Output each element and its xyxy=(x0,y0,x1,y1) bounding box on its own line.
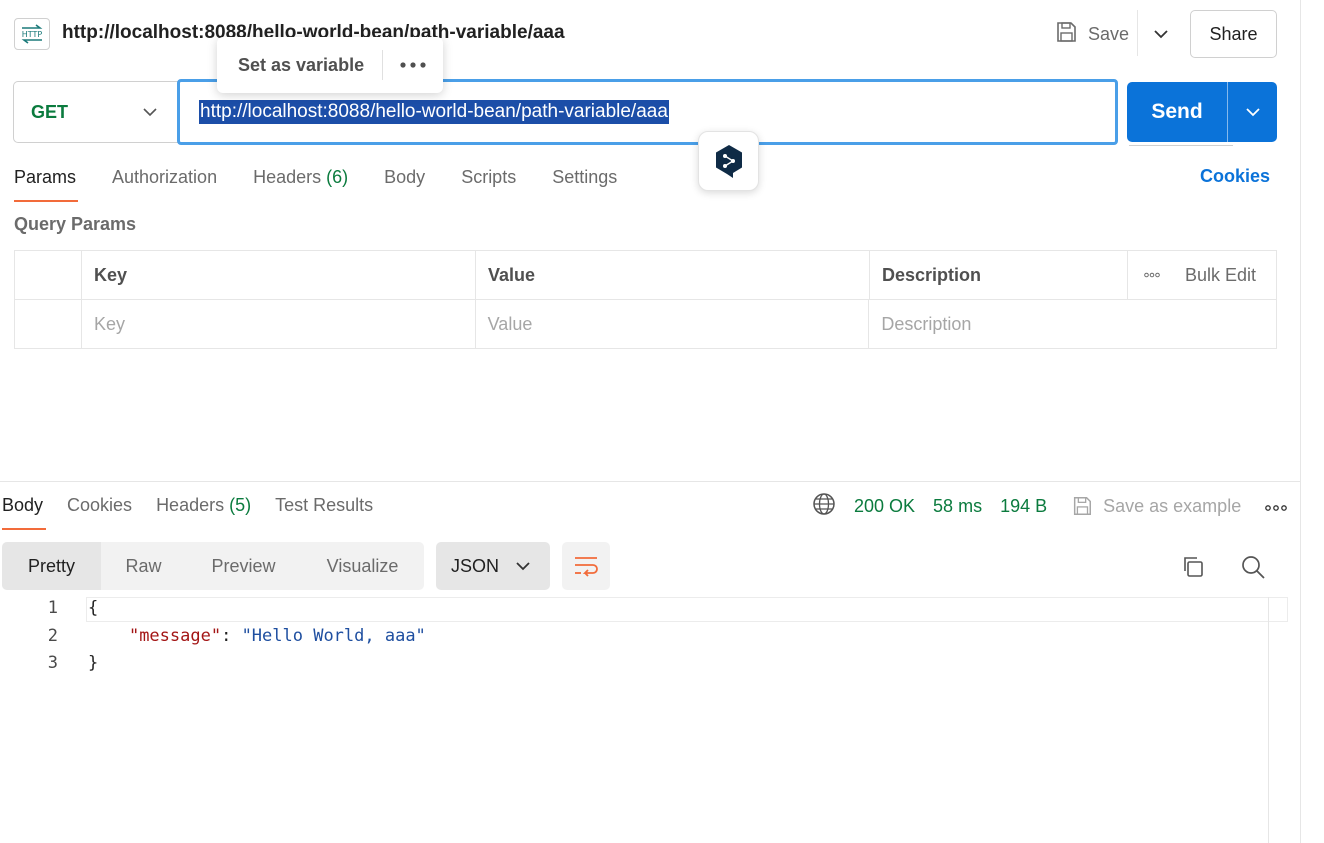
line-number: 2 xyxy=(47,626,58,646)
json-key: "message" xyxy=(128,626,222,646)
copy-button[interactable] xyxy=(1178,552,1208,582)
send-label: Send xyxy=(1151,100,1203,123)
more-horizontal-icon xyxy=(1265,504,1288,511)
tab-headers[interactable]: Headers (6) xyxy=(253,162,348,202)
view-preview[interactable]: Preview xyxy=(186,542,301,590)
copy-icon xyxy=(1184,557,1203,577)
send-options-button[interactable] xyxy=(1228,107,1277,117)
value-input[interactable]: Value xyxy=(476,300,870,349)
more-options-button[interactable] xyxy=(383,61,443,69)
divider xyxy=(1129,145,1233,146)
tab-test-results[interactable]: Test Results xyxy=(275,490,373,530)
tab-response-cookies[interactable]: Cookies xyxy=(67,490,132,530)
save-icon xyxy=(1054,20,1078,49)
description-input[interactable]: Description xyxy=(869,300,1276,349)
chevron-down-icon xyxy=(1154,30,1168,39)
query-params-table: Key Value Description Bulk Edit Key Valu… xyxy=(14,250,1277,349)
word-wrap-icon xyxy=(575,557,598,577)
method-select[interactable]: GET xyxy=(13,81,179,143)
tab-response-headers[interactable]: Headers (5) xyxy=(156,490,251,530)
code-line: } xyxy=(88,653,99,673)
response-size[interactable]: 194 B xyxy=(1000,496,1047,517)
search-icon xyxy=(1242,556,1265,579)
table-row: Key Value Description xyxy=(15,300,1276,349)
status-code[interactable]: 200 OK xyxy=(854,496,915,517)
more-horizontal-icon xyxy=(1144,272,1160,278)
chevron-down-icon xyxy=(1245,108,1260,117)
chevron-down-icon xyxy=(143,108,157,117)
url-selected-text: http://localhost:8088/hello-world-bean/p… xyxy=(199,100,669,124)
editor-scrollbar[interactable] xyxy=(1268,597,1269,843)
response-time[interactable]: 58 ms xyxy=(933,496,982,517)
column-header-key: Key xyxy=(82,251,476,299)
svg-text:HTTP: HTTP xyxy=(22,30,43,39)
checkbox-column xyxy=(15,251,82,299)
column-header-description: Description xyxy=(870,251,1128,299)
request-tabs: Params Authorization Headers (6) Body Sc… xyxy=(14,162,653,202)
chevron-down-icon xyxy=(516,562,530,571)
more-options-button[interactable] xyxy=(1265,496,1288,517)
query-params-heading: Query Params xyxy=(14,214,137,234)
bulk-edit-button[interactable]: Bulk Edit xyxy=(1128,251,1276,299)
method-label: GET xyxy=(31,101,69,122)
share-button[interactable]: Share xyxy=(1190,10,1277,58)
window-edge xyxy=(1300,0,1301,843)
view-pretty[interactable]: Pretty xyxy=(2,542,101,590)
format-label: JSON xyxy=(451,555,500,576)
table-header-row: Key Value Description Bulk Edit xyxy=(15,251,1276,300)
response-tabs: Body Cookies Headers (5) Test Results xyxy=(2,490,397,530)
column-header-value: Value xyxy=(476,251,870,299)
tab-authorization[interactable]: Authorization xyxy=(112,162,217,202)
deepl-logo-icon xyxy=(715,145,742,178)
view-mode-switcher: Pretty Raw Preview Visualize xyxy=(2,542,424,590)
format-select[interactable]: JSON xyxy=(436,542,550,590)
search-button[interactable] xyxy=(1238,552,1268,582)
tab-settings[interactable]: Settings xyxy=(552,162,617,202)
divider xyxy=(1137,10,1138,56)
cookies-link[interactable]: Cookies xyxy=(1200,166,1270,187)
save-label: Save xyxy=(1088,23,1130,44)
send-button[interactable]: Send xyxy=(1127,82,1277,142)
code-line: "message": "Hello World, aaa" xyxy=(88,626,426,646)
globe-icon[interactable] xyxy=(812,492,836,521)
save-as-example-button[interactable]: Save as example xyxy=(1071,495,1241,517)
save-button[interactable]: Save xyxy=(1054,18,1129,50)
more-horizontal-icon xyxy=(400,62,426,68)
json-separator: : xyxy=(221,626,242,646)
pane-divider[interactable] xyxy=(0,481,1300,482)
tab-body[interactable]: Body xyxy=(384,162,425,202)
key-input[interactable]: Key xyxy=(82,300,476,349)
selection-popover: Set as variable xyxy=(217,37,443,93)
tab-scripts[interactable]: Scripts xyxy=(461,162,516,202)
line-number: 1 xyxy=(47,598,58,618)
view-visualize[interactable]: Visualize xyxy=(301,542,424,590)
tab-params[interactable]: Params xyxy=(14,162,79,202)
code-line: { xyxy=(88,598,99,618)
line-number: 3 xyxy=(47,653,58,673)
save-options-button[interactable] xyxy=(1148,20,1174,48)
view-raw[interactable]: Raw xyxy=(101,542,186,590)
json-value: "Hello World, aaa" xyxy=(241,626,426,646)
response-headers-count: (5) xyxy=(229,495,252,515)
tab-response-body[interactable]: Body xyxy=(2,490,47,530)
headers-count: (6) xyxy=(326,167,349,187)
save-icon xyxy=(1074,497,1092,515)
word-wrap-button[interactable] xyxy=(562,542,610,590)
row-checkbox-cell xyxy=(15,300,82,349)
set-as-variable-button[interactable]: Set as variable xyxy=(217,55,382,76)
current-line-highlight xyxy=(86,597,1288,622)
extension-bubble-button[interactable] xyxy=(698,131,759,191)
http-request-icon: HTTP xyxy=(14,18,50,50)
response-status-bar: 200 OK 58 ms 194 B Save as example xyxy=(812,492,1288,521)
